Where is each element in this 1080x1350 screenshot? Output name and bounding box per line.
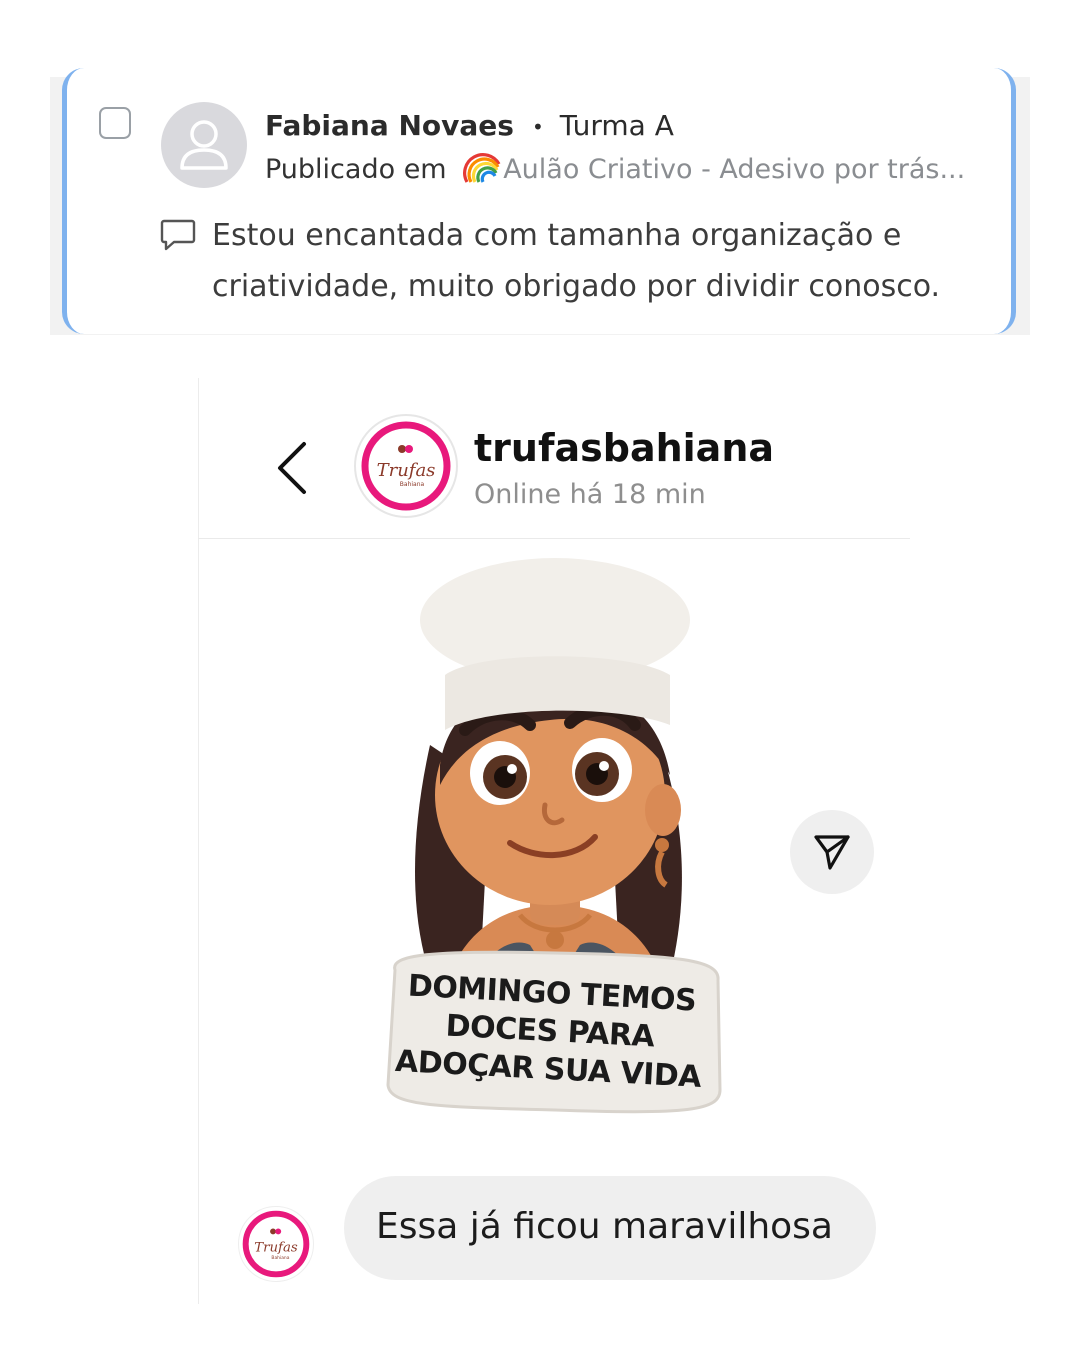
author-line: Fabiana Novaes • Turma A <box>265 108 674 145</box>
select-checkbox[interactable] <box>99 107 131 139</box>
published-link[interactable]: Aulão Criativo - Adesivo por trás... <box>503 154 965 185</box>
sender-avatar[interactable]: Trufas Bahiana <box>238 1206 314 1282</box>
published-prefix: Publicado em <box>265 154 447 185</box>
comment-text: Estou encantada com tamanha organização … <box>212 218 941 304</box>
sticker-caption: DOMINGO TEMOS DOCES PARA ADOÇAR SUA VIDA <box>394 968 702 1095</box>
small-logo-subtext: Bahiana <box>271 1255 289 1261</box>
published-line: Publicado em Aulão Criativo - Adesivo po… <box>265 152 965 188</box>
card-top-mask <box>50 0 1030 77</box>
online-status: Online há 18 min <box>474 479 706 510</box>
card-bottom-mask <box>0 335 1080 365</box>
group-name: Turma A <box>559 109 674 142</box>
logo-subtext: Bahiana <box>400 481 425 488</box>
logo-text: Trufas <box>377 460 436 481</box>
paper-plane-icon <box>814 835 850 870</box>
author-name[interactable]: Fabiana Novaes <box>265 109 514 142</box>
message-text: Essa já ficou maravilhosa <box>376 1206 833 1247</box>
rainbow-icon <box>463 153 501 183</box>
profile-avatar[interactable]: Trufas Bahiana <box>354 414 458 518</box>
share-button[interactable] <box>790 810 874 894</box>
separator-dot: • <box>531 115 544 139</box>
small-logo-text: Trufas <box>254 1240 298 1255</box>
header-divider <box>198 538 910 539</box>
user-placeholder-icon <box>161 102 247 188</box>
chevron-left-icon[interactable] <box>274 440 310 496</box>
speech-bubble-icon <box>160 219 196 251</box>
profile-username[interactable]: trufasbahiana <box>474 426 774 470</box>
